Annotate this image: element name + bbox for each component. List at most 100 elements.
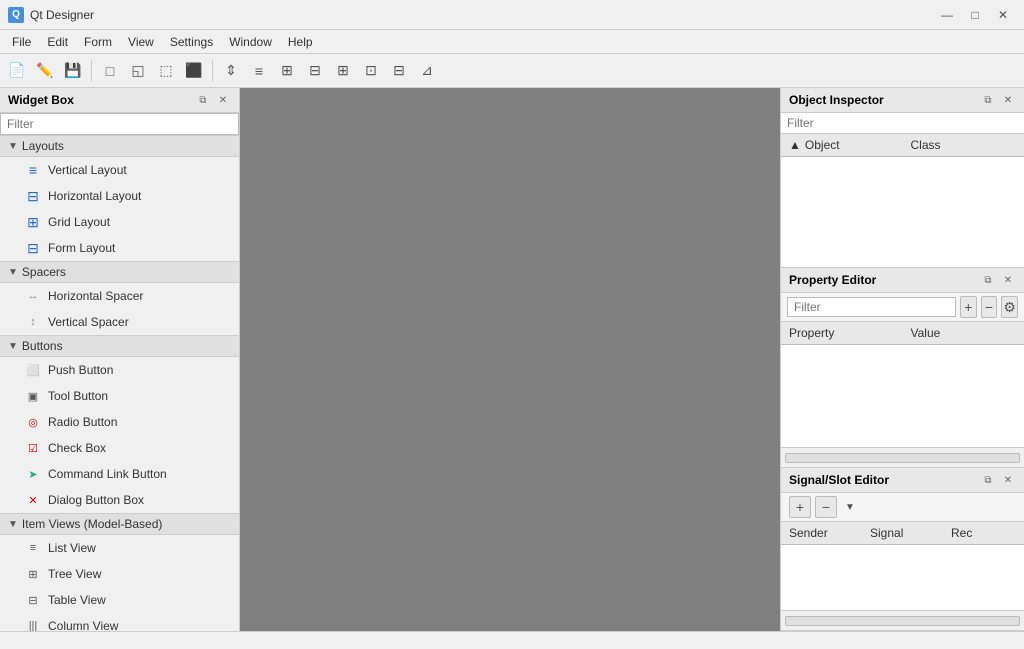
- category-header-buttons[interactable]: ▼Buttons: [0, 335, 239, 357]
- toolbar-btn-7[interactable]: ⬛: [181, 58, 207, 84]
- menu-item-view[interactable]: View: [120, 33, 162, 51]
- signal-slot-float-button[interactable]: ⧉: [980, 472, 996, 488]
- signal-remove-button[interactable]: −: [815, 496, 837, 518]
- property-editor-float-button[interactable]: ⧉: [980, 272, 996, 288]
- property-editor-panel: Property Editor ⧉ ✕ + − ⚙ Property Value: [781, 268, 1024, 468]
- maximize-button[interactable]: □: [962, 5, 988, 25]
- toolbar-btn-1[interactable]: ✏️: [32, 58, 58, 84]
- widget-item-label: Tree View: [48, 567, 101, 581]
- menu-item-help[interactable]: Help: [280, 33, 321, 51]
- toolbar-btn-13[interactable]: ⊞: [330, 58, 356, 84]
- canvas-area[interactable]: [240, 88, 780, 631]
- widget-box-float-button[interactable]: ⧉: [195, 92, 211, 108]
- value-col-header: Value: [903, 324, 1024, 342]
- property-add-button[interactable]: +: [960, 296, 977, 318]
- widget-box-filter[interactable]: [0, 113, 239, 135]
- property-scrollbar[interactable]: [785, 453, 1020, 463]
- widget-box-close-button[interactable]: ✕: [215, 92, 231, 108]
- widget-item-label: Table View: [48, 593, 106, 607]
- signal-add-button[interactable]: +: [789, 496, 811, 518]
- toolbar-btn-16[interactable]: ⊿: [414, 58, 440, 84]
- widget-item[interactable]: ≡Vertical Layout: [0, 157, 239, 183]
- close-button[interactable]: ✕: [990, 5, 1016, 25]
- toolbar-btn-2[interactable]: 💾: [60, 58, 86, 84]
- object-inspector-body: ▲ Object Class: [781, 113, 1024, 267]
- toolbar-btn-12[interactable]: ⊟: [302, 58, 328, 84]
- category-header-layouts[interactable]: ▼Layouts: [0, 135, 239, 157]
- toolbar-btn-9[interactable]: ⇕: [218, 58, 244, 84]
- menu-item-window[interactable]: Window: [221, 33, 280, 51]
- property-remove-button[interactable]: −: [981, 296, 998, 318]
- widget-item[interactable]: ⬜Push Button: [0, 357, 239, 383]
- widget-item[interactable]: ➤Command Link Button: [0, 461, 239, 487]
- toolbar-btn-14[interactable]: ⊡: [358, 58, 384, 84]
- widget-item[interactable]: ⊟ Table View: [0, 587, 239, 613]
- widget-item[interactable]: ↕Vertical Spacer: [0, 309, 239, 335]
- widget-item[interactable]: ✕Dialog Button Box: [0, 487, 239, 513]
- widget-icon-dialog-button-box: ✕: [24, 491, 42, 509]
- widget-icon-table-view: ⊟: [24, 591, 42, 609]
- widget-item-label: Horizontal Spacer: [48, 289, 143, 303]
- class-col-header: Class: [903, 136, 1024, 154]
- toolbar-btn-11[interactable]: ⊞: [274, 58, 300, 84]
- property-editor-filter[interactable]: [787, 297, 956, 317]
- widget-item-label: Column View: [48, 619, 118, 631]
- widget-box-header: Widget Box ⧉ ✕: [0, 88, 239, 113]
- menu-item-edit[interactable]: Edit: [39, 33, 76, 51]
- toolbar-btn-10[interactable]: ≡: [246, 58, 272, 84]
- widget-icon-tool-button: ▣: [24, 387, 42, 405]
- menu-item-settings[interactable]: Settings: [162, 33, 221, 51]
- object-inspector-filter[interactable]: [781, 113, 1024, 134]
- property-col-header: Property: [781, 324, 903, 342]
- category-header-item-views-(model-based)[interactable]: ▼Item Views (Model-Based): [0, 513, 239, 535]
- menu-item-form[interactable]: Form: [76, 33, 120, 51]
- widget-item[interactable]: ↔Horizontal Spacer: [0, 283, 239, 309]
- widget-item-label: List View: [48, 541, 96, 555]
- widget-item-label: Form Layout: [48, 241, 115, 255]
- widget-item[interactable]: ⊟Form Layout: [0, 235, 239, 261]
- widget-icon-radio-button: ◎: [24, 413, 42, 431]
- widget-item-label: Grid Layout: [48, 215, 110, 229]
- widget-item-label: Vertical Spacer: [48, 315, 129, 329]
- signal-scrollbar[interactable]: [785, 616, 1020, 626]
- signal-slot-toolbar: + − ▼: [781, 493, 1024, 522]
- widget-item-label: Command Link Button: [48, 467, 167, 481]
- object-inspector-close-button[interactable]: ✕: [1000, 92, 1016, 108]
- widget-item[interactable]: ⊞ Grid Layout: [0, 209, 239, 235]
- toolbar-btn-4[interactable]: □: [97, 58, 123, 84]
- widget-item-label: Check Box: [48, 441, 106, 455]
- widget-item[interactable]: ◎Radio Button: [0, 409, 239, 435]
- category-header-spacers[interactable]: ▼Spacers: [0, 261, 239, 283]
- object-inspector-float-button[interactable]: ⧉: [980, 92, 996, 108]
- widget-icon-push-button: ⬜: [24, 361, 42, 379]
- widget-item[interactable]: ⊞Tree View: [0, 561, 239, 587]
- right-panels: Object Inspector ⧉ ✕ ▲ Object Class: [780, 88, 1024, 631]
- object-inspector-header: Object Inspector ⧉ ✕: [781, 88, 1024, 113]
- property-editor-controls: ⧉ ✕: [980, 272, 1016, 288]
- toolbar-btn-6[interactable]: ⬚: [153, 58, 179, 84]
- property-settings-button[interactable]: ⚙: [1001, 296, 1018, 318]
- property-editor-title: Property Editor: [789, 273, 876, 287]
- sort-icon: ▲: [789, 138, 801, 152]
- menu-item-file[interactable]: File: [4, 33, 39, 51]
- toolbar: 📄✏️💾□◱⬚⬛⇕≡⊞⊟⊞⊡⊟⊿: [0, 54, 1024, 88]
- widget-item[interactable]: |||Column View: [0, 613, 239, 631]
- minimize-button[interactable]: —: [934, 5, 960, 25]
- property-editor-close-button[interactable]: ✕: [1000, 272, 1016, 288]
- widget-icon-grid-layout: ⊞: [24, 213, 42, 231]
- widget-item[interactable]: ▣Tool Button: [0, 383, 239, 409]
- toolbar-btn-0[interactable]: 📄: [4, 58, 30, 84]
- signal-slot-title: Signal/Slot Editor: [789, 473, 889, 487]
- category-arrow: ▼: [8, 267, 18, 278]
- toolbar-btn-15[interactable]: ⊟: [386, 58, 412, 84]
- property-editor-header: Property Editor ⧉ ✕: [781, 268, 1024, 293]
- signal-slot-close-button[interactable]: ✕: [1000, 472, 1016, 488]
- object-inspector-panel: Object Inspector ⧉ ✕ ▲ Object Class: [781, 88, 1024, 268]
- widget-item[interactable]: ⊟Horizontal Layout: [0, 183, 239, 209]
- widget-item[interactable]: ≡List View: [0, 535, 239, 561]
- menu-bar: FileEditFormViewSettingsWindowHelp: [0, 30, 1024, 54]
- toolbar-btn-5[interactable]: ◱: [125, 58, 151, 84]
- property-editor-toolbar: + − ⚙: [781, 293, 1024, 322]
- signal-col-header: Signal: [862, 524, 943, 542]
- widget-item[interactable]: ☑Check Box: [0, 435, 239, 461]
